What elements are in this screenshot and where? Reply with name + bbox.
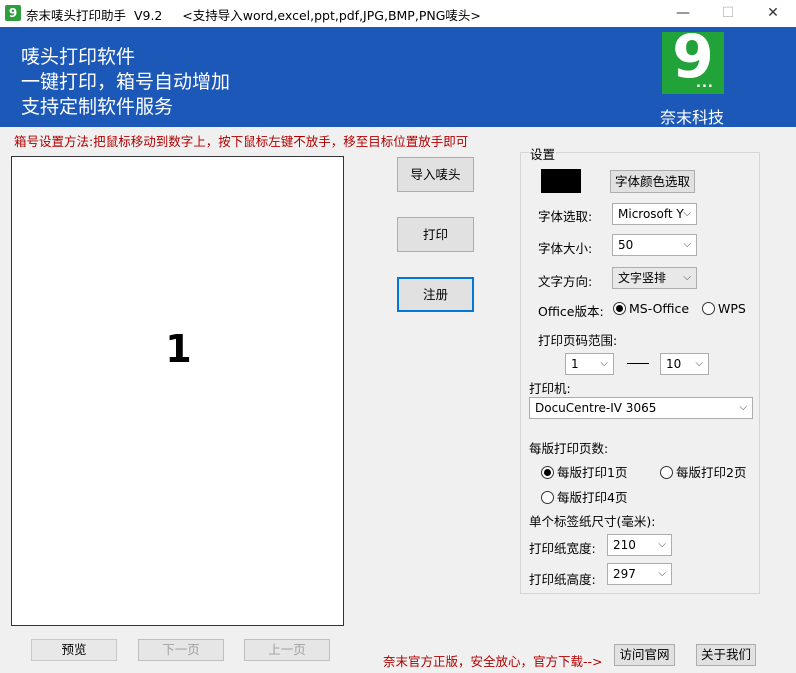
box-number[interactable]: 1: [12, 327, 345, 371]
official-download-note: 奈末官方正版，安全放心，官方下载-->: [383, 654, 603, 669]
office-ms-label: MS-Office: [629, 301, 690, 316]
office-wps-radio[interactable]: WPS: [702, 301, 746, 316]
per-sheet-1-label: 每版打印1页: [557, 465, 628, 480]
prev-page-button[interactable]: 上一页: [244, 639, 330, 661]
paper-height-select[interactable]: 297 ⌵: [607, 563, 672, 585]
range-to-select[interactable]: 10 ⌵: [660, 353, 709, 375]
per-sheet-1-radio[interactable]: 每版打印1页: [541, 462, 627, 481]
paper-height-label: 打印纸高度:: [529, 572, 596, 587]
range-dash: [627, 363, 649, 364]
font-label: 字体选取:: [538, 209, 593, 224]
radio-icon: [660, 466, 673, 479]
paper-width-value: 210: [613, 538, 636, 552]
per-sheet-4-label: 每版打印4页: [557, 490, 628, 505]
printer-select[interactable]: DocuCentre-IV 3065 ⌵: [529, 397, 753, 419]
radio-icon: [541, 491, 554, 504]
next-page-button[interactable]: 下一页: [138, 639, 224, 661]
settings-title: 设置: [529, 144, 557, 163]
radio-checked-icon: [541, 466, 554, 479]
close-icon[interactable]: ✕: [750, 0, 796, 27]
logo-nine-icon: 9: [672, 22, 714, 92]
chevron-down-icon: ⌵: [658, 568, 666, 579]
office-label: Office版本:: [538, 304, 604, 319]
radio-checked-icon: [613, 302, 626, 315]
direction-label: 文字方向:: [538, 274, 593, 289]
chevron-down-icon: ⌵: [600, 358, 608, 369]
box-number-hint: 箱号设置方法:把鼠标移动到数字上，按下鼠标左键不放手，移至目标位置放手即可: [14, 134, 469, 149]
size-select-value: 50: [618, 238, 634, 252]
banner-line-1: 唛头打印软件: [21, 46, 136, 68]
per-sheet-2-radio[interactable]: 每版打印2页: [660, 462, 746, 481]
window-title: 奈末唛头打印助手 V9.2 <支持导入word,excel,ppt,pdf,JP…: [26, 8, 481, 23]
import-mark-button[interactable]: 导入唛头: [397, 157, 474, 192]
app-icon: 9: [5, 5, 21, 21]
chevron-down-icon: ⌵: [695, 358, 703, 369]
size-select[interactable]: 50 ⌵: [612, 234, 697, 256]
about-us-button[interactable]: 关于我们: [696, 644, 756, 666]
banner-line-2: 一键打印，箱号自动增加: [21, 71, 231, 93]
direction-select-value: 文字竖排: [618, 271, 667, 285]
paper-width-label: 打印纸宽度:: [529, 541, 596, 556]
range-from-select[interactable]: 1 ⌵: [565, 353, 614, 375]
register-button[interactable]: 注册: [397, 277, 474, 312]
paper-width-select[interactable]: 210 ⌵: [607, 534, 672, 556]
label-size-section: 单个标签纸尺寸(毫米):: [529, 514, 656, 529]
chevron-down-icon: ⌵: [739, 402, 747, 413]
preview-button[interactable]: 预览: [31, 639, 117, 661]
size-label: 字体大小:: [538, 241, 593, 256]
font-select[interactable]: Microsoft Y ⌵: [612, 203, 697, 225]
office-wps-label: WPS: [718, 301, 746, 316]
printer-label: 打印机:: [529, 381, 571, 396]
chevron-down-icon: ⌵: [658, 539, 666, 550]
direction-select[interactable]: 文字竖排 ⌵: [612, 267, 697, 289]
company-logo: 9 ...: [662, 22, 724, 94]
logo-dots: ...: [696, 76, 714, 91]
font-color-button[interactable]: 字体颜色选取: [610, 170, 695, 193]
banner-line-3: 支持定制软件服务: [21, 96, 174, 118]
font-color-swatch: [541, 169, 581, 193]
visit-website-button[interactable]: 访问官网: [614, 644, 675, 666]
chevron-down-icon: ⌵: [683, 239, 691, 250]
banner: 唛头打印软件 一键打印，箱号自动增加 支持定制软件服务 9 ... 奈末科技: [0, 22, 796, 127]
chevron-down-icon: ⌵: [683, 208, 691, 219]
per-sheet-2-label: 每版打印2页: [676, 465, 747, 480]
preview-page: 1: [11, 156, 344, 626]
per-sheet-label: 每版打印页数:: [529, 441, 609, 456]
printer-select-value: DocuCentre-IV 3065: [535, 401, 657, 415]
font-select-value: Microsoft Y: [618, 207, 684, 221]
range-label: 打印页码范围:: [538, 333, 618, 348]
paper-height-value: 297: [613, 567, 636, 581]
range-from-value: 1: [571, 357, 579, 371]
range-to-value: 10: [666, 357, 682, 371]
company-name: 奈末科技: [660, 108, 725, 127]
office-ms-radio[interactable]: MS-Office: [613, 301, 689, 316]
radio-icon: [702, 302, 715, 315]
print-button[interactable]: 打印: [397, 217, 474, 252]
chevron-down-icon: ⌵: [683, 272, 691, 283]
per-sheet-4-radio[interactable]: 每版打印4页: [541, 487, 627, 506]
